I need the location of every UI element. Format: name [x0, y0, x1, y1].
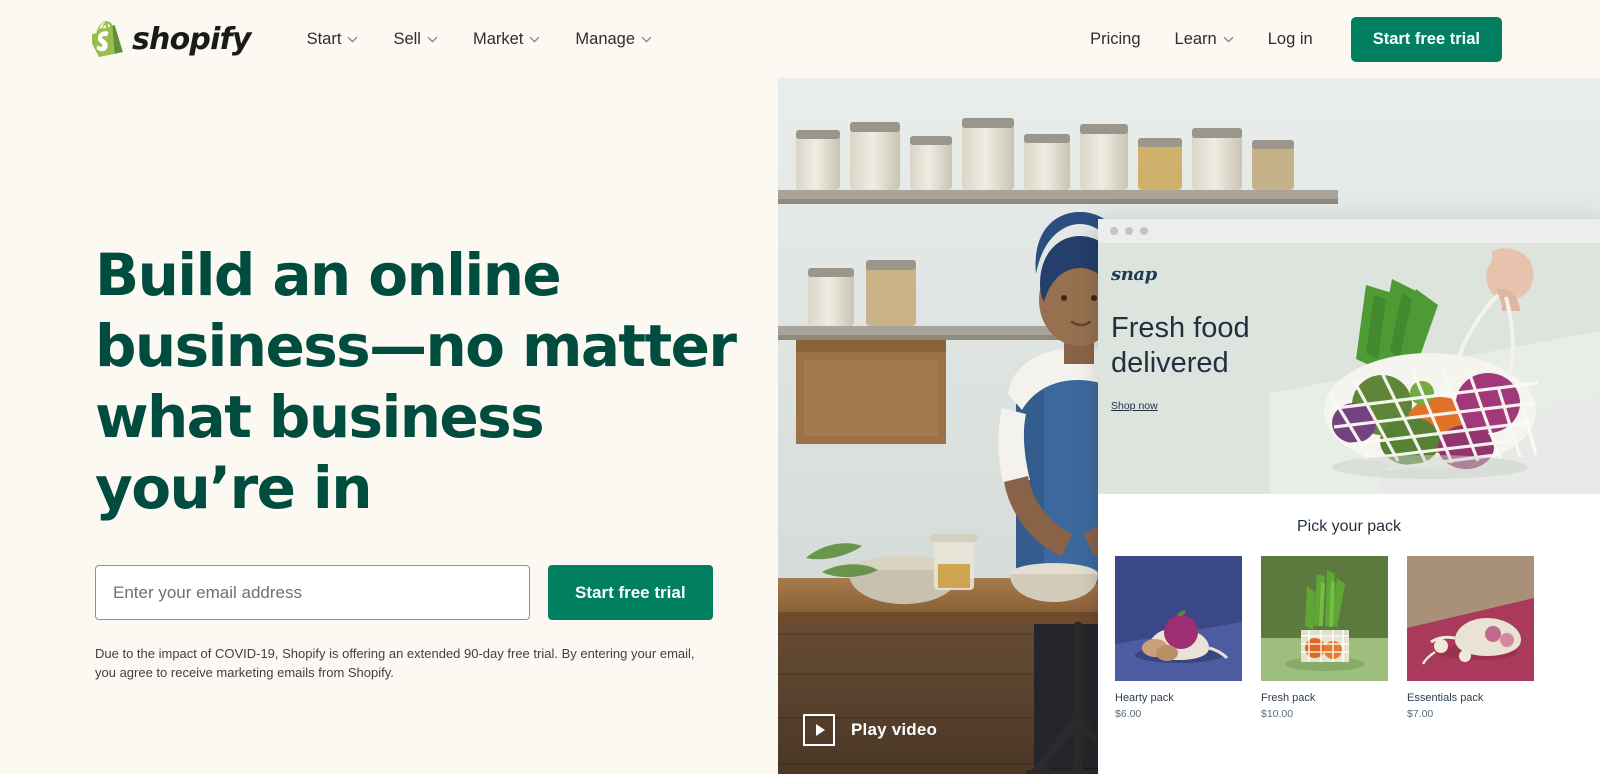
nav-item-manage[interactable]: Manage [561, 21, 666, 58]
product-card-fresh-pack[interactable]: Fresh pack $10.00 [1261, 556, 1388, 720]
shopify-bag-icon [92, 21, 123, 57]
nav-item-learn[interactable]: Learn [1161, 21, 1248, 58]
nav-item-manage-label: Manage [575, 29, 636, 48]
nav-item-login-label: Log in [1267, 29, 1313, 48]
product-name: Hearty pack [1115, 692, 1174, 704]
storefront-headline-line-2: delivered [1111, 347, 1229, 379]
chevron-down-icon [641, 36, 652, 43]
signup-form: Start free trial [95, 565, 755, 620]
chevron-down-icon [1223, 36, 1234, 43]
secondary-nav: Pricing Learn Log in Start free trial [1076, 16, 1502, 62]
nav-item-sell[interactable]: Sell [379, 21, 452, 58]
header-start-free-trial-button[interactable]: Start free trial [1350, 16, 1502, 62]
hero-headline-line-2: business—no matter [95, 312, 737, 380]
storefront-headline-line-1: Fresh food [1111, 312, 1250, 344]
chevron-down-icon [427, 36, 438, 43]
hero-headline-line-3: what business you’re in [95, 383, 545, 522]
shopify-wordmark: shopify [132, 21, 251, 57]
product-card-hearty-pack[interactable]: Hearty pack $6.00 [1115, 556, 1242, 720]
chevron-down-icon [347, 36, 358, 43]
site-header: shopify Start Sell Market Manage Pricing… [0, 0, 1600, 78]
nav-item-login[interactable]: Log in [1254, 21, 1327, 58]
product-card-essentials-pack[interactable]: Essentials pack $7.00 [1407, 556, 1534, 720]
hero-headline: Build an online business—no matter what … [95, 240, 755, 524]
product-price: $10.00 [1261, 708, 1294, 720]
storefront-products-section: Pick your pack Hearty pack $6.00 Fresh p… [1098, 494, 1600, 720]
signup-disclaimer: Due to the impact of COVID-19, Shopify i… [95, 646, 695, 680]
nav-item-learn-label: Learn [1174, 29, 1217, 48]
nav-item-pricing-label: Pricing [1090, 29, 1141, 48]
storefront-preview-card: snap Fresh food delivered Shop now Pick … [1098, 219, 1600, 774]
nav-item-sell-label: Sell [393, 29, 421, 48]
shop-now-link[interactable]: Shop now [1111, 400, 1158, 412]
nav-item-start-label: Start [306, 29, 342, 48]
primary-nav: Start Sell Market Manage [293, 21, 666, 58]
nav-item-pricing[interactable]: Pricing [1076, 21, 1154, 58]
product-grid: Hearty pack $6.00 Fresh pack $10.00 Esse… [1115, 556, 1583, 720]
hearty-pack-image [1115, 556, 1242, 681]
chevron-down-icon [529, 36, 540, 43]
fresh-pack-image [1261, 556, 1388, 681]
play-video-label: Play video [851, 720, 938, 739]
hero-copy: Build an online business—no matter what … [95, 240, 755, 682]
nav-item-market-label: Market [472, 29, 524, 48]
storefront-headline: Fresh food delivered [1111, 311, 1600, 381]
window-dot-close-icon [1110, 227, 1118, 235]
pick-your-pack-title: Pick your pack [1296, 518, 1402, 535]
window-dot-minimize-icon [1125, 227, 1133, 235]
play-icon [803, 714, 835, 746]
product-name: Fresh pack [1261, 692, 1316, 704]
landing-page: shopify Start Sell Market Manage Pricing… [0, 0, 1600, 774]
snap-brand-logo: snap [1111, 264, 1157, 285]
browser-title-bar [1098, 219, 1600, 243]
nav-item-start[interactable]: Start [293, 21, 373, 58]
hero-start-free-trial-button[interactable]: Start free trial [548, 565, 713, 620]
window-dot-maximize-icon [1140, 227, 1148, 235]
essentials-pack-image [1407, 556, 1534, 681]
storefront-hero-text: snap Fresh food delivered Shop now [1098, 243, 1600, 414]
product-price: $7.00 [1407, 708, 1434, 720]
nav-item-market[interactable]: Market [459, 21, 554, 58]
product-price: $6.00 [1115, 708, 1142, 720]
product-name: Essentials pack [1407, 692, 1484, 704]
hero-headline-line-1: Build an online [95, 241, 562, 309]
play-video-button[interactable]: Play video [803, 714, 937, 746]
email-input[interactable] [95, 565, 530, 620]
storefront-hero: snap Fresh food delivered Shop now [1098, 243, 1600, 494]
shopify-logo[interactable]: shopify [92, 21, 251, 57]
